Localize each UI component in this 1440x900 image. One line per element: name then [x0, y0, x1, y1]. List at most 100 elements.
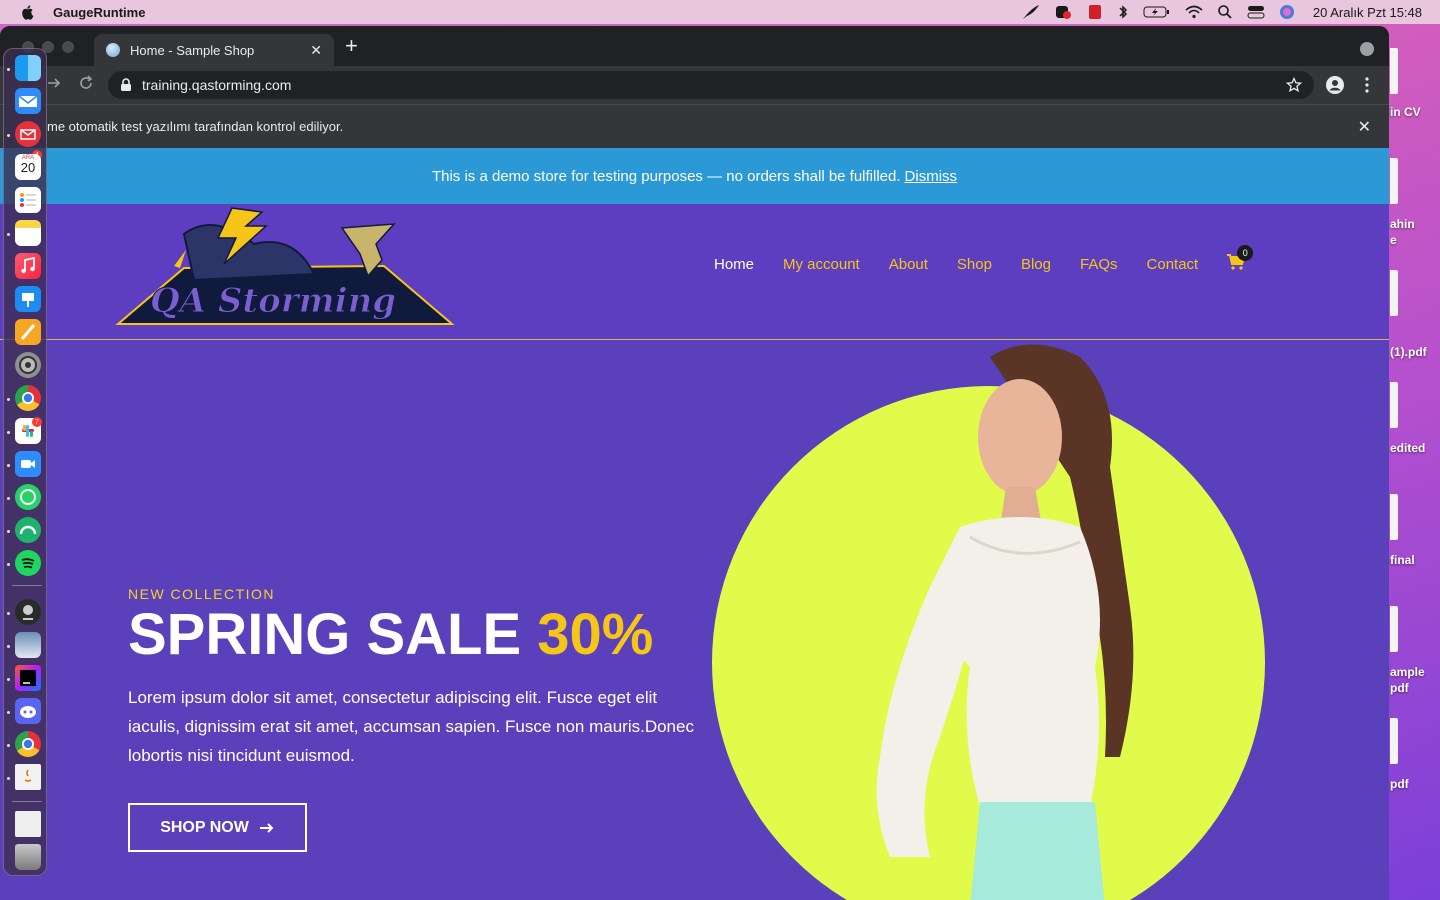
chrome-icon[interactable]: [15, 385, 41, 411]
feather-icon[interactable]: [1021, 4, 1041, 20]
calendar-day: 20: [20, 160, 36, 175]
bluetooth-icon[interactable]: [1117, 4, 1129, 20]
apple-icon[interactable]: [20, 4, 36, 20]
desktop-file-label[interactable]: edited: [1390, 440, 1440, 456]
lock-icon[interactable]: [120, 78, 132, 92]
nav-faqs[interactable]: FAQs: [1080, 256, 1118, 273]
desktop-file-icon[interactable]: [1390, 494, 1398, 540]
running-indicator: [7, 398, 10, 401]
infobar-text: me otomatik test yazılımı tarafından kon…: [47, 119, 344, 134]
music-icon[interactable]: [15, 253, 41, 279]
hero-title-text: SPRING SALE: [128, 602, 522, 667]
desktop-file-icon[interactable]: [1390, 718, 1398, 764]
running-indicator: [7, 431, 10, 434]
java-icon[interactable]: [15, 764, 41, 790]
reminders-icon[interactable]: [15, 187, 41, 213]
whatsapp-icon[interactable]: [15, 484, 41, 510]
browser-menu-icon[interactable]: [1364, 76, 1370, 99]
pdf-app-icon[interactable]: [1087, 4, 1103, 20]
calendar-icon[interactable]: ARA 20: [15, 154, 41, 180]
shop-now-button[interactable]: SHOP NOW: [128, 803, 307, 852]
dock-separator: [12, 801, 42, 802]
system-preferences-icon[interactable]: [15, 352, 41, 378]
hero-model-image: [876, 344, 1134, 900]
nav-about[interactable]: About: [889, 256, 928, 273]
forward-icon[interactable]: [46, 75, 62, 96]
preview-icon[interactable]: [15, 632, 41, 658]
dock-separator: [12, 585, 42, 586]
spotlight-search-icon[interactable]: [1217, 4, 1233, 20]
intellij-icon[interactable]: [15, 665, 41, 691]
infobar-close-icon[interactable]: ✕: [1358, 117, 1371, 137]
speedtest-icon[interactable]: [15, 517, 41, 543]
desktop-file-icon[interactable]: [1390, 158, 1398, 204]
desktop-file-icon[interactable]: [1390, 48, 1398, 94]
dismiss-link[interactable]: Dismiss: [905, 168, 958, 185]
airmail-icon[interactable]: [15, 121, 41, 147]
record-icon[interactable]: [1055, 4, 1073, 20]
running-indicator: [7, 530, 10, 533]
spotify-icon[interactable]: [15, 550, 41, 576]
demo-notice-text: This is a demo store for testing purpose…: [431, 167, 901, 185]
pages-icon[interactable]: [15, 319, 41, 345]
main-navigation: Home My account About Shop Blog FAQs Con…: [714, 245, 1254, 274]
site-header: QA Storming Home My account About Shop B…: [0, 204, 1389, 340]
finder-icon[interactable]: [15, 55, 41, 81]
nav-shop[interactable]: Shop: [957, 256, 992, 273]
hero-eyebrow: NEW COLLECTION: [128, 586, 276, 602]
bookmark-star-icon[interactable]: [1286, 77, 1302, 93]
desktop-file-icon[interactable]: [1390, 606, 1398, 652]
desktop-file-label[interactable]: (1).pdf: [1390, 344, 1440, 360]
tab-home[interactable]: Home - Sample Shop ✕: [94, 34, 334, 66]
trash-icon[interactable]: [15, 844, 41, 870]
tab-search-button[interactable]: [1360, 42, 1374, 56]
arrow-right-icon: [259, 822, 274, 833]
url-text[interactable]: training.qastorming.com: [142, 77, 291, 93]
control-center-icon[interactable]: [1247, 4, 1265, 20]
siri-icon[interactable]: [1279, 4, 1295, 20]
browser-window: Home - Sample Shop ✕ + training.qastormi…: [0, 26, 1389, 900]
wifi-icon[interactable]: [1185, 5, 1203, 19]
svg-text:QA Storming: QA Storming: [150, 281, 396, 321]
desktop-file-label[interactable]: ample: [1390, 664, 1440, 680]
chrome-test-icon[interactable]: [15, 731, 41, 757]
battery-icon[interactable]: [1143, 5, 1171, 19]
zoom-icon[interactable]: [15, 451, 41, 477]
window-zoom-button[interactable]: [62, 41, 74, 53]
nav-my-account[interactable]: My account: [783, 256, 860, 273]
profile-icon[interactable]: [1326, 76, 1344, 99]
notes-icon[interactable]: [15, 220, 41, 246]
desktop-file-label[interactable]: in CV: [1390, 104, 1440, 120]
keynote-icon[interactable]: [15, 286, 41, 312]
nav-blog[interactable]: Blog: [1021, 256, 1051, 273]
desktop-file-label[interactable]: e: [1390, 232, 1440, 248]
nav-home[interactable]: Home: [714, 256, 754, 273]
discord-icon[interactable]: [15, 698, 41, 724]
running-indicator: [7, 645, 10, 648]
nav-contact[interactable]: Contact: [1147, 256, 1199, 273]
desktop-file-icon[interactable]: [1390, 382, 1398, 428]
new-tab-button[interactable]: +: [345, 35, 358, 57]
automator-icon[interactable]: [15, 599, 41, 625]
shop-now-label: SHOP NOW: [160, 818, 249, 836]
reload-icon[interactable]: [78, 75, 94, 96]
qa-storming-logo[interactable]: QA Storming: [114, 204, 456, 328]
desktop-file-label[interactable]: pdf: [1390, 776, 1440, 792]
hero-discount-highlight: 30%: [537, 602, 654, 667]
close-tab-icon[interactable]: ✕: [310, 42, 322, 59]
desktop-file-icon[interactable]: [1390, 270, 1398, 316]
desktop-file-label[interactable]: ahin: [1390, 216, 1440, 232]
documents-folder-icon[interactable]: [15, 811, 41, 837]
active-app-name[interactable]: GaugeRuntime: [53, 5, 145, 20]
mail-icon[interactable]: [15, 88, 41, 114]
running-indicator: [7, 233, 10, 236]
address-bar[interactable]: training.qastorming.com: [108, 71, 1314, 99]
desktop-file-label[interactable]: pdf: [1390, 680, 1440, 696]
cart-button[interactable]: 0: [1227, 245, 1254, 274]
running-indicator: [7, 563, 10, 566]
web-page: This is a demo store for testing purpose…: [0, 148, 1389, 900]
tab-strip: Home - Sample Shop ✕ +: [0, 26, 1389, 66]
desktop-file-label[interactable]: final: [1390, 552, 1440, 568]
favicon-icon: [106, 43, 120, 57]
menubar-clock[interactable]: 20 Aralık Pzt 15:48: [1313, 5, 1422, 20]
